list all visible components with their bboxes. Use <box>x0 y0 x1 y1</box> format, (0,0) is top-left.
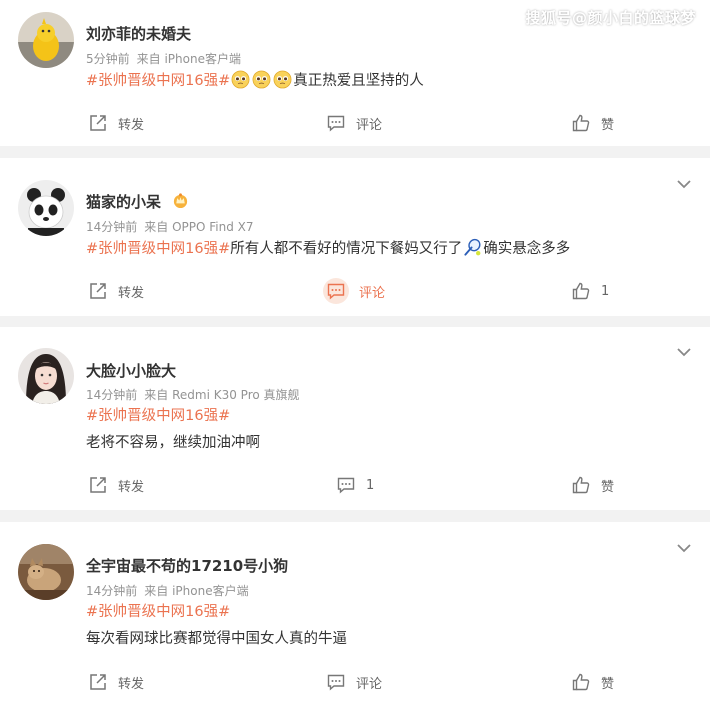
comment-card: 全宇宙最不苟的17210号小狗 14分钟前 来自 iPhone客户端 #张帅晋级中… <box>0 522 710 705</box>
post-topic-line: #张帅晋级中网16强# <box>86 602 230 622</box>
comment-icon <box>327 674 345 691</box>
post-time: 5分钟前 <box>86 52 130 66</box>
post-time: 14分钟前 <box>86 220 138 234</box>
comment-icon <box>327 115 345 132</box>
repost-icon <box>90 674 106 690</box>
repost-label: 转发 <box>118 676 145 692</box>
post-source: 来自 iPhone客户端 <box>144 584 249 598</box>
post-meta: 14分钟前 来自 Redmi K30 Pro 真旗舰 <box>86 386 300 403</box>
repost-button[interactable]: 转发 <box>88 670 144 694</box>
action-bar: 转发 1 赞 <box>0 473 710 497</box>
post-body: 真正热爱且坚持的人 <box>293 73 424 89</box>
comment-card: 大脸小小脸大 14分钟前 来自 Redmi K30 Pro 真旗舰 #张帅晋级中网… <box>0 327 710 510</box>
post-text: #张帅晋级中网16强#所有人都不看好的情况下餐妈又行了 确实悬念多多 <box>86 238 570 259</box>
repost-icon <box>90 115 106 131</box>
post-topic-line: #张帅晋级中网16强# <box>86 406 230 426</box>
comment-card: 猫家的小呆 14分钟前 来自 OPPO Find X7 #张帅晋级中网16强#所有… <box>0 158 710 316</box>
post-body: 所有人都不看好的情况下餐妈又行了 <box>230 241 463 257</box>
comment-button[interactable]: 评论 <box>323 278 386 304</box>
comment-icon <box>337 477 355 494</box>
repost-label: 转发 <box>118 479 145 495</box>
avatar[interactable] <box>18 180 74 236</box>
user-name-text: 猫家的小呆 <box>86 193 162 211</box>
user-name[interactable]: 刘亦菲的未婚夫 <box>86 23 191 44</box>
repost-label: 转发 <box>118 117 145 133</box>
comment-button[interactable]: 评论 <box>326 670 382 694</box>
post-time: 14分钟前 <box>86 388 138 402</box>
thumbs-up-icon <box>572 114 590 132</box>
post-body: 老将不容易，继续加油冲啊 <box>86 435 260 451</box>
avatar[interactable] <box>18 348 74 404</box>
comment-label: 评论 <box>356 676 383 692</box>
watermark: 搜狐号@颜小白的篮球梦 <box>525 9 696 27</box>
pleading-face-emoji <box>231 70 250 89</box>
thumbs-up-icon <box>572 476 590 494</box>
pleading-face-emoji <box>252 70 271 89</box>
topic-link[interactable]: #张帅晋级中网16强# <box>86 73 230 89</box>
like-button[interactable]: 赞 <box>571 670 614 694</box>
user-name[interactable]: 猫家的小呆 <box>86 191 189 212</box>
post-text: 每次看网球比赛都觉得中国女人真的牛逼 <box>86 629 347 649</box>
post-meta: 5分钟前 来自 iPhone客户端 <box>86 50 241 67</box>
comment-count: 1 <box>366 477 375 493</box>
comment-icon <box>327 283 345 300</box>
like-label: 赞 <box>601 479 615 495</box>
chevron-down-icon[interactable] <box>676 543 692 553</box>
avatar[interactable] <box>18 12 74 68</box>
repost-label: 转发 <box>118 285 145 301</box>
like-button[interactable]: 1 <box>571 279 609 303</box>
pleading-face-emoji <box>273 70 292 89</box>
repost-icon <box>90 477 106 493</box>
like-button[interactable]: 赞 <box>571 111 614 135</box>
post-meta: 14分钟前 来自 OPPO Find X7 <box>86 218 254 235</box>
topic-link[interactable]: #张帅晋级中网16强# <box>86 408 230 424</box>
avatar[interactable] <box>18 544 74 600</box>
comment-button[interactable]: 评论 <box>326 111 382 135</box>
like-count: 1 <box>601 283 610 299</box>
comment-icon-highlight <box>323 278 349 304</box>
like-label: 赞 <box>601 117 615 133</box>
post-text: 老将不容易，继续加油冲啊 <box>86 433 260 453</box>
post-body: 每次看网球比赛都觉得中国女人真的牛逼 <box>86 631 347 647</box>
post-source: 来自 iPhone客户端 <box>136 52 241 66</box>
thumbs-up-icon <box>572 673 590 691</box>
topic-link[interactable]: #张帅晋级中网16强# <box>86 604 230 620</box>
action-bar: 转发 评论 赞 <box>0 111 710 135</box>
repost-icon <box>90 283 106 299</box>
action-bar: 转发 评论 1 <box>0 278 710 304</box>
user-name[interactable]: 大脸小小脸大 <box>86 360 176 381</box>
chevron-down-icon[interactable] <box>676 347 692 357</box>
post-body-end: 确实悬念多多 <box>483 241 571 257</box>
post-text: #张帅晋级中网16强# 真正热爱且坚持的人 <box>86 70 424 91</box>
comment-label: 评论 <box>356 117 383 133</box>
comment-label: 评论 <box>359 285 386 301</box>
crown-badge-icon <box>174 193 188 209</box>
post-meta: 14分钟前 来自 iPhone客户端 <box>86 582 249 599</box>
comment-button[interactable]: 1 <box>336 473 374 497</box>
like-button[interactable]: 赞 <box>571 473 614 497</box>
action-bar: 转发 评论 赞 <box>0 670 710 694</box>
post-source: 来自 Redmi K30 Pro 真旗舰 <box>144 388 300 402</box>
thumbs-up-icon <box>572 282 590 300</box>
post-time: 14分钟前 <box>86 584 138 598</box>
topic-link[interactable]: #张帅晋级中网16强# <box>86 241 230 257</box>
post-source: 来自 OPPO Find X7 <box>144 220 254 234</box>
repost-button[interactable]: 转发 <box>88 279 144 303</box>
tennis-racket-emoji <box>464 238 481 256</box>
chevron-down-icon[interactable] <box>676 179 692 189</box>
user-name[interactable]: 全宇宙最不苟的17210号小狗 <box>86 555 288 576</box>
repost-button[interactable]: 转发 <box>88 111 144 135</box>
repost-button[interactable]: 转发 <box>88 473 144 497</box>
like-label: 赞 <box>601 676 615 692</box>
